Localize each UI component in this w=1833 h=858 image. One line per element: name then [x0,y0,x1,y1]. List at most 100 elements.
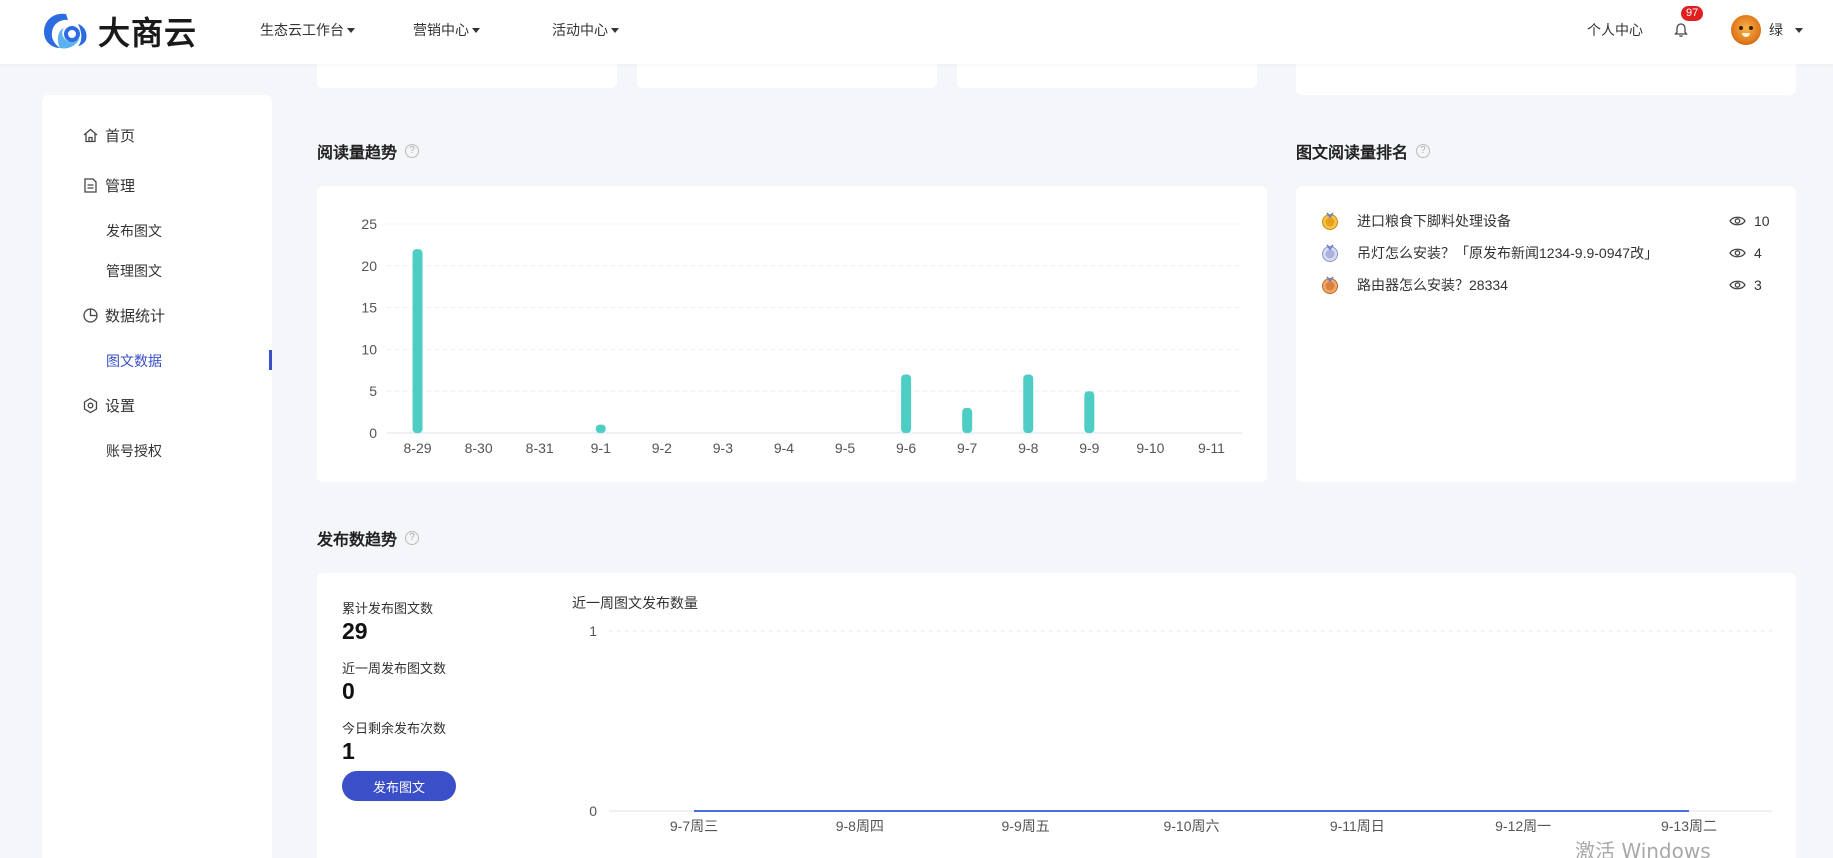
ranking-item-views: 4 [1729,245,1762,261]
y-tick-label: 25 [361,216,377,232]
read-trend-title: 阅读量趋势 ? [317,139,420,163]
notification-badge: 97 [1681,6,1704,21]
x-tick-label: 9-11 [1198,440,1225,456]
sidebar-item-label: 数据统计 [105,308,166,325]
bar [412,249,423,433]
home-icon [83,128,98,143]
ranking-item-title: 进口粮食下脚料处理设备 [1357,213,1511,229]
y-tick-label: 15 [361,300,377,316]
sidebar-item-label: 首页 [105,128,136,145]
ranking-item-title: 吊灯怎么安装？「原发布新闻1234-9.9-0947改」 [1357,245,1659,261]
x-tick-label: 9-9 [1079,440,1099,456]
caret-down-icon[interactable] [1795,28,1803,33]
username[interactable]: 绿 [1769,20,1783,40]
logo-icon [44,13,87,49]
caret-down-icon [472,28,480,33]
y-tick-label: 0 [589,803,597,819]
views-count: 10 [1754,213,1770,229]
ranking-item[interactable]: 吊灯怎么安装？「原发布新闻1234-9.9-0947改」 4 [1321,243,1791,263]
bar [962,407,973,433]
bar [901,374,912,433]
gear-icon [83,397,98,414]
sidebar: 首页 管理 发布图文 管理图文 数据统计 图文数据 设置 账号授权 [42,95,272,858]
section-title-text: 阅读量趋势 [317,145,398,162]
x-tick-label: 9-10周六 [1163,818,1219,834]
x-tick-label: 9-2 [652,440,672,456]
section-title-text: 发布数趋势 [317,532,398,549]
sidebar-item-data-stats[interactable]: 数据统计 [82,305,165,326]
ranking-item-views: 10 [1729,213,1770,229]
ranking-item[interactable]: 路由器怎么安装？28334 3 [1321,275,1791,295]
header-right: 个人中心 97 绿 [1587,0,1803,60]
x-tick-label: 9-5 [835,440,855,456]
bar [595,424,606,433]
bar [1023,374,1034,433]
caret-down-icon [347,28,355,33]
ranking-item-title: 路由器怎么安装？28334 [1357,277,1508,293]
logo-text: 大商云 [98,15,198,51]
nav-activity-center[interactable]: 活动中心 [552,20,619,40]
sidebar-item-manage-posts[interactable]: 管理图文 [106,261,162,281]
views-count: 4 [1754,245,1762,261]
windows-activation-watermark: 激活 Windows [1575,839,1711,858]
x-tick-label: 9-11周日 [1330,818,1385,834]
section-title-text: 图文阅读量排名 [1296,145,1409,162]
ranking-item-views: 3 [1729,277,1762,293]
sidebar-item-settings[interactable]: 设置 [82,395,135,416]
x-tick-label: 9-13周二 [1661,818,1717,834]
publish-trend-title: 发布数趋势 ? [317,526,420,550]
sidebar-item-account-auth[interactable]: 账号授权 [106,441,162,461]
x-tick-label: 9-3 [713,440,733,456]
read-trend-chart: 0 5 10 15 20 25 8-29 8-30 8-31 9-1 9-2 9-3 9-4 9-5 9-6… [361,216,1242,456]
bronze-medal-icon [1322,276,1338,294]
y-tick-label: 5 [369,383,377,399]
help-icon[interactable]: ? [405,531,420,545]
sidebar-item-manage[interactable]: 管理 [82,175,135,196]
sidebar-item-label: 设置 [105,398,136,415]
x-tick-label: 8-30 [465,440,493,456]
y-tick-label: 20 [361,258,377,274]
publish-trend-chart: 0 1 9-7周三 9-8周四 9-9周五 9-10周六 9-11周日 9-12周一 9-13周… [589,623,1772,834]
caret-down-icon [611,28,619,33]
silver-medal-icon [1322,244,1338,262]
x-tick-label: 9-7周三 [670,818,718,834]
top-nav: 生态云工作台 营销中心 活动中心 [260,0,619,60]
help-icon[interactable]: ? [1416,144,1431,158]
eye-icon [1729,216,1746,226]
ranking-item[interactable]: 进口粮食下脚料处理设备 10 [1321,211,1791,231]
x-tick-label: 9-7 [957,440,977,456]
avatar[interactable] [1731,15,1761,45]
sidebar-item-label: 管理 [105,178,136,195]
document-icon [84,178,97,193]
top-header: 大商云 生态云工作台 营销中心 活动中心 个人中心 97 绿 [0,0,1833,64]
y-tick-label: 0 [369,425,377,441]
publish-trend-card: 累计发布图文数 29 近一周发布图文数 0 今日剩余发布次数 1 发布图文 近一… [317,573,1796,858]
pie-chart-icon [83,308,98,323]
x-tick-label: 9-8 [1018,440,1038,456]
nav-label: 营销中心 [413,22,469,38]
nav-label: 生态云工作台 [260,22,344,38]
x-tick-label: 8-31 [526,440,554,456]
eye-icon [1729,248,1746,258]
ranking-title: 图文阅读量排名 ? [1296,139,1431,163]
y-tick-label: 10 [361,341,377,357]
sidebar-item-post-data[interactable]: 图文数据 [106,351,162,371]
x-tick-label: 9-10 [1136,440,1164,456]
nav-marketing-center[interactable]: 营销中心 [413,20,480,40]
sidebar-item-home[interactable]: 首页 [82,125,135,146]
x-tick-label: 9-9周五 [1002,818,1050,834]
x-tick-label: 8-29 [404,440,432,456]
personal-center-link[interactable]: 个人中心 [1587,20,1643,40]
notification-button[interactable]: 97 [1673,6,1704,38]
nav-ecosystem-workbench[interactable]: 生态云工作台 [260,20,355,40]
x-tick-label: 9-6 [896,440,916,456]
active-indicator [269,350,272,370]
sidebar-item-publish-post[interactable]: 发布图文 [106,221,162,241]
ranking-card: 进口粮食下脚料处理设备 10 吊灯怎么安装？「原发布新闻1234-9.9-094… [1296,186,1796,482]
gold-medal-icon [1322,212,1338,230]
nav-label: 活动中心 [552,22,608,38]
views-count: 3 [1754,277,1762,293]
x-tick-label: 9-8周四 [836,818,884,834]
logo[interactable]: 大商云 [40,8,197,54]
help-icon[interactable]: ? [405,144,420,158]
